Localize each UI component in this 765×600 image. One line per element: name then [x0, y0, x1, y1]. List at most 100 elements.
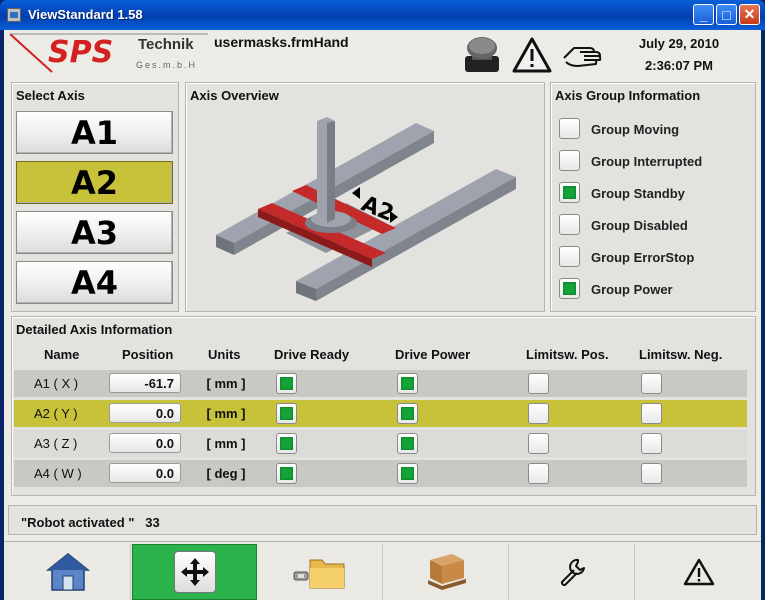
drive-ready-indicator [276, 403, 297, 424]
group-moving-indicator [559, 118, 580, 139]
drive-power-indicator [397, 403, 418, 424]
units-cell: [ mm ] [206, 436, 246, 451]
table-row[interactable]: A3 ( Z ) 0.0 [ mm ] [14, 430, 747, 457]
nav-alarms-button[interactable] [636, 544, 761, 600]
limitsw-pos-indicator [528, 373, 549, 394]
units-cell: [ deg ] [206, 466, 246, 481]
limitsw-neg-indicator [641, 403, 662, 424]
home-icon [45, 553, 91, 591]
warning-icon[interactable] [512, 36, 552, 79]
limitsw-neg-indicator [641, 373, 662, 394]
axis-button-a2[interactable]: A2 [16, 161, 173, 204]
axis-name-cell: A3 ( Z ) [34, 436, 78, 451]
status-bar: "Robot activated " 33 [8, 505, 757, 535]
logo-technik-text: Technik [138, 36, 194, 53]
nav-settings-button[interactable] [510, 544, 635, 600]
group-errorstop-label: Group ErrorStop [591, 250, 695, 265]
limitsw-pos-indicator [528, 403, 549, 424]
wrench-icon [560, 558, 585, 587]
group-standby-row: Group Standby [553, 182, 743, 208]
company-logo: SPS Technik Ges.m.b.H [8, 32, 208, 74]
axis-overview-panel: Axis Overview A2 [185, 82, 545, 312]
group-power-row: Group Power [553, 278, 743, 304]
status-message-text: "Robot activated " [21, 515, 135, 530]
maximize-button[interactable]: □ [716, 4, 737, 25]
group-interrupted-row: Group Interrupted [553, 150, 743, 176]
units-cell: [ mm ] [206, 376, 246, 391]
group-disabled-indicator [559, 214, 580, 235]
axis-button-a3[interactable]: A3 [16, 211, 173, 254]
nav-pallet-button[interactable] [384, 544, 509, 600]
detail-title: Detailed Axis Information [16, 322, 173, 337]
group-errorstop-row: Group ErrorStop [553, 246, 743, 272]
limitsw-pos-indicator [528, 463, 549, 484]
file-name: usermasks.frmHand [214, 34, 349, 50]
group-standby-indicator [559, 182, 580, 203]
units-cell: [ mm ] [206, 406, 246, 421]
drive-power-indicator [397, 433, 418, 454]
group-errorstop-indicator [559, 246, 580, 267]
table-row[interactable]: A2 ( Y ) 0.0 [ mm ] [14, 400, 747, 427]
alarm-warning-icon [683, 558, 714, 586]
app-client: SPS Technik Ges.m.b.H usermasks.frmHand … [4, 30, 761, 600]
logo-gmbh-text: Ges.m.b.H [136, 60, 197, 70]
position-field: 0.0 [109, 403, 181, 423]
logo-sps-text: SPS [48, 35, 113, 70]
limitsw-pos-indicator [528, 433, 549, 454]
col-header-units: Units [208, 347, 241, 362]
col-header-limitsw-neg: Limitsw. Neg. [639, 347, 723, 362]
window-title: ViewStandard 1.58 [28, 7, 143, 22]
drive-ready-indicator [276, 373, 297, 394]
limitsw-neg-indicator [641, 433, 662, 454]
app-icon [7, 8, 21, 22]
hand-mode-icon[interactable] [560, 36, 604, 79]
drive-ready-indicator [276, 433, 297, 454]
axis-button-a4[interactable]: A4 [16, 261, 173, 304]
emergency-stop-icon[interactable] [462, 36, 502, 79]
nav-files-button[interactable] [258, 544, 383, 600]
col-header-limitsw-pos: Limitsw. Pos. [526, 347, 609, 362]
status-message: "Robot activated " 33 [21, 515, 160, 530]
axis-overview-diagram: A2 [216, 117, 516, 301]
group-moving-row: Group Moving [553, 118, 743, 144]
axis-name-cell: A4 ( W ) [34, 466, 82, 481]
drive-power-indicator [397, 373, 418, 394]
select-axis-panel: Select Axis A1 A2 A3 A4 [11, 82, 179, 312]
col-header-drive-power: Drive Power [395, 347, 471, 362]
status-code: 33 [145, 515, 160, 530]
axis-button-a1[interactable]: A1 [16, 111, 173, 154]
move-icon-frame [173, 551, 216, 593]
minimize-button[interactable]: _ [693, 4, 714, 25]
drive-power-indicator [397, 463, 418, 484]
folder-icon [293, 559, 345, 589]
select-axis-title: Select Axis [16, 88, 85, 103]
group-info-panel: Axis Group Information Group Moving Grou… [550, 82, 756, 312]
table-row[interactable]: A4 ( W ) 0.0 [ deg ] [14, 460, 747, 487]
group-power-label: Group Power [591, 282, 673, 297]
axis-name-cell: A1 ( X ) [34, 376, 79, 391]
window-titlebar: ViewStandard 1.58 _ □ ✕ [0, 0, 765, 30]
col-header-name: Name [44, 347, 80, 362]
nav-home-button[interactable] [6, 544, 131, 600]
nav-move-button[interactable] [132, 544, 257, 600]
move-icon [180, 558, 209, 586]
date-display: July 29, 2010 [638, 36, 720, 51]
col-header-position: Position [122, 347, 174, 362]
pallet-icon [428, 554, 466, 590]
group-disabled-label: Group Disabled [591, 218, 688, 233]
group-interrupted-indicator [559, 150, 580, 171]
group-moving-label: Group Moving [591, 122, 680, 137]
detail-panel: Detailed Axis Information Name Position … [11, 316, 756, 496]
group-standby-label: Group Standby [591, 186, 685, 201]
position-field: 0.0 [109, 433, 181, 453]
col-header-drive-ready: Drive Ready [274, 347, 350, 362]
table-row[interactable]: A1 ( X ) -61.7 [ mm ] [14, 370, 747, 397]
position-field: -61.7 [109, 373, 181, 393]
position-field: 0.0 [109, 463, 181, 483]
limitsw-neg-indicator [641, 463, 662, 484]
close-button[interactable]: ✕ [739, 4, 760, 25]
axis-name-cell: A2 ( Y ) [34, 406, 78, 421]
group-interrupted-label: Group Interrupted [591, 154, 703, 169]
group-disabled-row: Group Disabled [553, 214, 743, 240]
group-info-title: Axis Group Information [555, 88, 701, 103]
